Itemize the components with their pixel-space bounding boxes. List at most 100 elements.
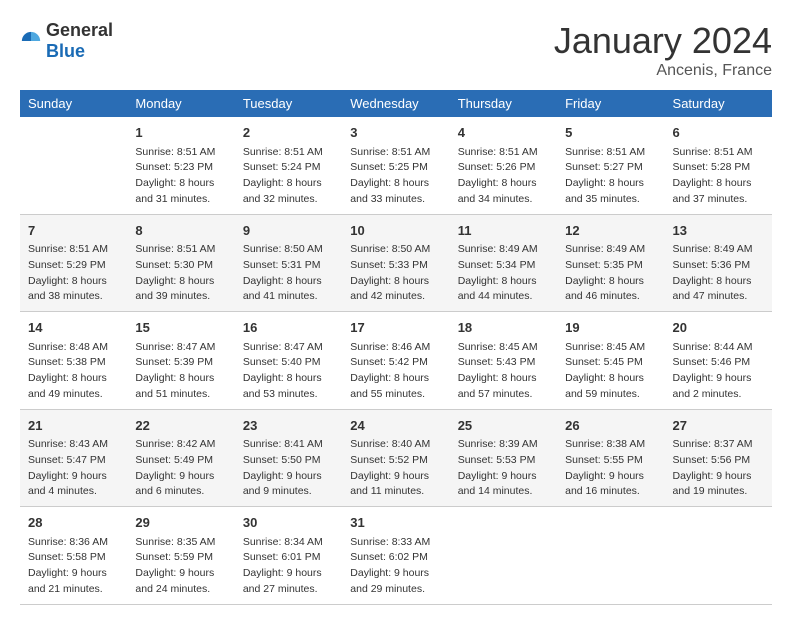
day-number: 2 <box>243 123 334 143</box>
day-cell: 15Sunrise: 8:47 AMSunset: 5:39 PMDayligh… <box>127 312 234 410</box>
day-cell: 23Sunrise: 8:41 AMSunset: 5:50 PMDayligh… <box>235 409 342 507</box>
day-cell: 28Sunrise: 8:36 AMSunset: 5:58 PMDayligh… <box>20 507 127 605</box>
day-cell: 26Sunrise: 8:38 AMSunset: 5:55 PMDayligh… <box>557 409 664 507</box>
day-cell: 9Sunrise: 8:50 AMSunset: 5:31 PMDaylight… <box>235 214 342 312</box>
day-number: 19 <box>565 318 656 338</box>
day-info: Sunrise: 8:51 AMSunset: 5:29 PMDaylight:… <box>28 242 119 305</box>
day-number: 6 <box>673 123 764 143</box>
header-tuesday: Tuesday <box>235 90 342 117</box>
header-friday: Friday <box>557 90 664 117</box>
day-number: 20 <box>673 318 764 338</box>
day-cell: 13Sunrise: 8:49 AMSunset: 5:36 PMDayligh… <box>665 214 772 312</box>
day-number: 23 <box>243 416 334 436</box>
location: Ancenis, France <box>554 62 772 80</box>
day-cell: 22Sunrise: 8:42 AMSunset: 5:49 PMDayligh… <box>127 409 234 507</box>
day-cell: 2Sunrise: 8:51 AMSunset: 5:24 PMDaylight… <box>235 117 342 214</box>
day-info: Sunrise: 8:49 AMSunset: 5:34 PMDaylight:… <box>458 242 549 305</box>
week-row-1: 1Sunrise: 8:51 AMSunset: 5:23 PMDaylight… <box>20 117 772 214</box>
day-info: Sunrise: 8:34 AMSunset: 6:01 PMDaylight:… <box>243 535 334 598</box>
day-info: Sunrise: 8:33 AMSunset: 6:02 PMDaylight:… <box>350 535 441 598</box>
logo-icon <box>20 30 42 52</box>
day-number: 30 <box>243 513 334 533</box>
title-area: January 2024 Ancenis, France <box>554 20 772 80</box>
day-cell: 31Sunrise: 8:33 AMSunset: 6:02 PMDayligh… <box>342 507 449 605</box>
day-cell: 1Sunrise: 8:51 AMSunset: 5:23 PMDaylight… <box>127 117 234 214</box>
day-info: Sunrise: 8:42 AMSunset: 5:49 PMDaylight:… <box>135 437 226 500</box>
day-cell: 21Sunrise: 8:43 AMSunset: 5:47 PMDayligh… <box>20 409 127 507</box>
day-info: Sunrise: 8:51 AMSunset: 5:24 PMDaylight:… <box>243 145 334 208</box>
day-cell <box>665 507 772 605</box>
month-title: January 2024 <box>554 20 772 62</box>
day-info: Sunrise: 8:51 AMSunset: 5:28 PMDaylight:… <box>673 145 764 208</box>
day-cell: 27Sunrise: 8:37 AMSunset: 5:56 PMDayligh… <box>665 409 772 507</box>
day-cell: 16Sunrise: 8:47 AMSunset: 5:40 PMDayligh… <box>235 312 342 410</box>
day-number: 1 <box>135 123 226 143</box>
day-cell: 11Sunrise: 8:49 AMSunset: 5:34 PMDayligh… <box>450 214 557 312</box>
day-number: 11 <box>458 221 549 241</box>
day-number: 26 <box>565 416 656 436</box>
day-number: 27 <box>673 416 764 436</box>
week-row-3: 14Sunrise: 8:48 AMSunset: 5:38 PMDayligh… <box>20 312 772 410</box>
week-row-2: 7Sunrise: 8:51 AMSunset: 5:29 PMDaylight… <box>20 214 772 312</box>
day-number: 25 <box>458 416 549 436</box>
day-cell: 19Sunrise: 8:45 AMSunset: 5:45 PMDayligh… <box>557 312 664 410</box>
day-info: Sunrise: 8:45 AMSunset: 5:45 PMDaylight:… <box>565 340 656 403</box>
header-monday: Monday <box>127 90 234 117</box>
week-row-5: 28Sunrise: 8:36 AMSunset: 5:58 PMDayligh… <box>20 507 772 605</box>
day-info: Sunrise: 8:51 AMSunset: 5:27 PMDaylight:… <box>565 145 656 208</box>
day-cell: 8Sunrise: 8:51 AMSunset: 5:30 PMDaylight… <box>127 214 234 312</box>
day-info: Sunrise: 8:51 AMSunset: 5:25 PMDaylight:… <box>350 145 441 208</box>
day-number: 22 <box>135 416 226 436</box>
day-number: 18 <box>458 318 549 338</box>
day-number: 5 <box>565 123 656 143</box>
day-cell <box>557 507 664 605</box>
day-cell: 10Sunrise: 8:50 AMSunset: 5:33 PMDayligh… <box>342 214 449 312</box>
day-cell <box>450 507 557 605</box>
day-info: Sunrise: 8:40 AMSunset: 5:52 PMDaylight:… <box>350 437 441 500</box>
day-cell <box>20 117 127 214</box>
day-number: 29 <box>135 513 226 533</box>
header-row: SundayMondayTuesdayWednesdayThursdayFrid… <box>20 90 772 117</box>
day-info: Sunrise: 8:47 AMSunset: 5:39 PMDaylight:… <box>135 340 226 403</box>
day-number: 21 <box>28 416 119 436</box>
day-info: Sunrise: 8:49 AMSunset: 5:36 PMDaylight:… <box>673 242 764 305</box>
day-number: 7 <box>28 221 119 241</box>
day-cell: 29Sunrise: 8:35 AMSunset: 5:59 PMDayligh… <box>127 507 234 605</box>
day-info: Sunrise: 8:51 AMSunset: 5:30 PMDaylight:… <box>135 242 226 305</box>
day-cell: 7Sunrise: 8:51 AMSunset: 5:29 PMDaylight… <box>20 214 127 312</box>
day-info: Sunrise: 8:41 AMSunset: 5:50 PMDaylight:… <box>243 437 334 500</box>
day-info: Sunrise: 8:51 AMSunset: 5:26 PMDaylight:… <box>458 145 549 208</box>
day-cell: 25Sunrise: 8:39 AMSunset: 5:53 PMDayligh… <box>450 409 557 507</box>
day-number: 15 <box>135 318 226 338</box>
day-info: Sunrise: 8:37 AMSunset: 5:56 PMDaylight:… <box>673 437 764 500</box>
logo-text: General Blue <box>46 20 113 62</box>
day-number: 16 <box>243 318 334 338</box>
day-cell: 5Sunrise: 8:51 AMSunset: 5:27 PMDaylight… <box>557 117 664 214</box>
day-number: 31 <box>350 513 441 533</box>
header-thursday: Thursday <box>450 90 557 117</box>
day-info: Sunrise: 8:43 AMSunset: 5:47 PMDaylight:… <box>28 437 119 500</box>
day-number: 3 <box>350 123 441 143</box>
header-sunday: Sunday <box>20 90 127 117</box>
day-number: 28 <box>28 513 119 533</box>
day-info: Sunrise: 8:35 AMSunset: 5:59 PMDaylight:… <box>135 535 226 598</box>
day-info: Sunrise: 8:47 AMSunset: 5:40 PMDaylight:… <box>243 340 334 403</box>
day-info: Sunrise: 8:49 AMSunset: 5:35 PMDaylight:… <box>565 242 656 305</box>
day-cell: 6Sunrise: 8:51 AMSunset: 5:28 PMDaylight… <box>665 117 772 214</box>
day-number: 9 <box>243 221 334 241</box>
day-number: 8 <box>135 221 226 241</box>
day-number: 24 <box>350 416 441 436</box>
logo-blue: Blue <box>46 41 85 61</box>
day-cell: 14Sunrise: 8:48 AMSunset: 5:38 PMDayligh… <box>20 312 127 410</box>
day-number: 4 <box>458 123 549 143</box>
logo-general: General <box>46 20 113 40</box>
logo: General Blue <box>20 20 113 62</box>
header-wednesday: Wednesday <box>342 90 449 117</box>
day-info: Sunrise: 8:51 AMSunset: 5:23 PMDaylight:… <box>135 145 226 208</box>
day-cell: 17Sunrise: 8:46 AMSunset: 5:42 PMDayligh… <box>342 312 449 410</box>
day-cell: 24Sunrise: 8:40 AMSunset: 5:52 PMDayligh… <box>342 409 449 507</box>
day-number: 14 <box>28 318 119 338</box>
day-number: 17 <box>350 318 441 338</box>
week-row-4: 21Sunrise: 8:43 AMSunset: 5:47 PMDayligh… <box>20 409 772 507</box>
day-cell: 12Sunrise: 8:49 AMSunset: 5:35 PMDayligh… <box>557 214 664 312</box>
